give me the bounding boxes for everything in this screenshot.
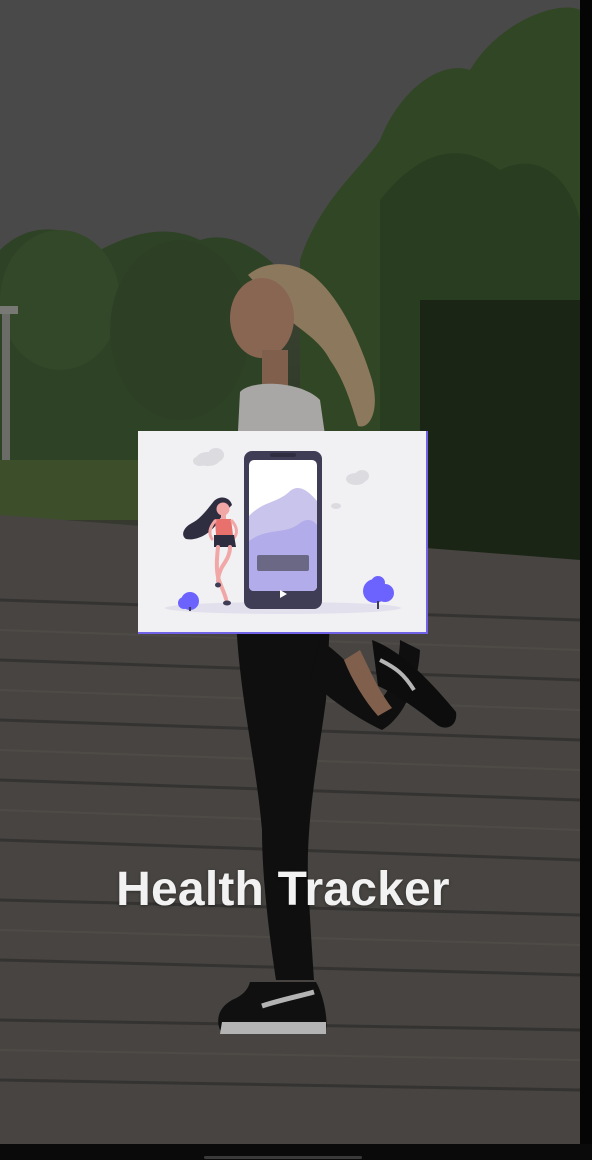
illustration-card bbox=[138, 431, 428, 634]
app-title: Health Tracker bbox=[116, 863, 450, 916]
screen-edge-bar bbox=[580, 0, 592, 1160]
home-indicator[interactable] bbox=[204, 1156, 362, 1159]
navigation-bar bbox=[0, 1144, 592, 1160]
runner-with-phone-illustration bbox=[165, 448, 401, 614]
splash-screen: Health Tracker bbox=[0, 0, 580, 1144]
